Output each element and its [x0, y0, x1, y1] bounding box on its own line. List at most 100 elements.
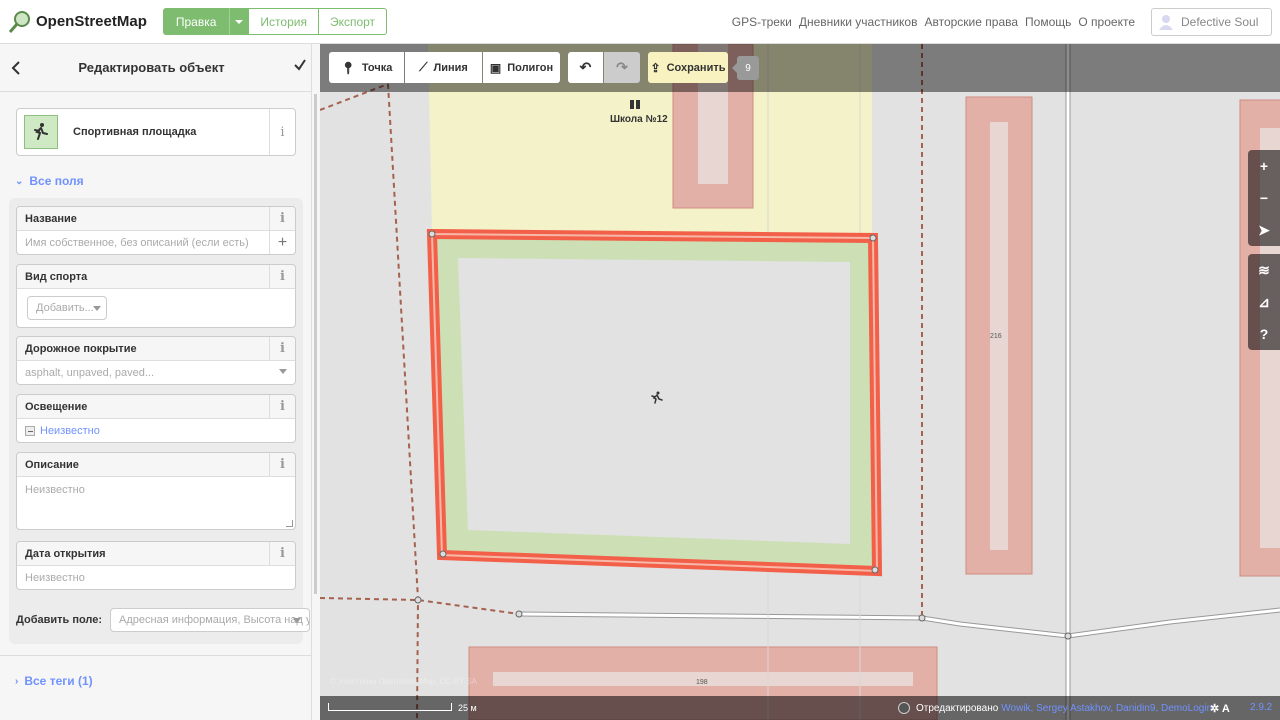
info-icon[interactable]: i [269, 453, 295, 476]
school-label[interactable]: Школа №12 [610, 114, 668, 125]
map-svg: 216 198 [320, 44, 1280, 720]
map-pin-icon: 📍︎ [340, 60, 356, 75]
sport-add-combo[interactable]: Добавить... [27, 296, 107, 320]
add-field-combo[interactable]: Адресная информация, Высота над у... [110, 608, 311, 632]
road-fill [518, 608, 1280, 638]
nav-user-diaries[interactable]: Дневники участников [799, 15, 918, 29]
scale-bar[interactable] [328, 703, 452, 711]
background-button[interactable]: ≋ [1248, 254, 1280, 286]
issues-button[interactable]: ✲ A [1210, 702, 1230, 715]
field-name: Название i Имя собственное, без описаний … [16, 206, 296, 255]
field-sport-label: Вид спорта [25, 270, 88, 283]
field-opening-date: Дата открытия i Неизвестно [16, 541, 296, 590]
name-input[interactable]: Имя собственное, без описаний (если есть… [17, 231, 295, 254]
nav-help[interactable]: Помощь [1025, 15, 1071, 29]
all-tags-label: Все теги (1) [24, 674, 93, 688]
field-description-label: Описание [25, 458, 79, 471]
issues-label: A [1221, 703, 1230, 715]
done-check-icon[interactable] [293, 58, 309, 77]
nav-about[interactable]: О проекте [1078, 15, 1135, 29]
vertex[interactable] [428, 230, 436, 238]
map-canvas[interactable]: 216 198 [320, 44, 1280, 720]
vertex[interactable] [1064, 632, 1072, 640]
field-name-label: Название [25, 212, 77, 225]
zoom-in-button[interactable]: + [1248, 150, 1280, 182]
add-field-label: Добавить поле: [16, 614, 103, 626]
preset-name: Спортивная площадка [73, 126, 197, 138]
opening-date-input[interactable]: Неизвестно [17, 566, 295, 589]
zoom-out-button[interactable]: − [1248, 182, 1280, 214]
surface-placeholder: asphalt, unpaved, paved... [25, 366, 155, 379]
add-field-placeholder: Адресная информация, Высота над у... [119, 614, 311, 626]
back-chevron-icon[interactable] [10, 58, 26, 78]
export-tab[interactable]: Экспорт [318, 8, 388, 35]
add-area-button[interactable]: ▣ Полигон [483, 52, 560, 83]
vertex[interactable] [515, 610, 523, 618]
divider [0, 655, 312, 656]
edit-button-group: Правка История Экспорт [162, 8, 388, 35]
vertex[interactable] [439, 550, 447, 558]
version-label[interactable]: 2.9.2 [1250, 702, 1272, 713]
info-icon[interactable]: i [269, 109, 295, 155]
edit-count-badge: 9 [732, 56, 759, 80]
add-area-label: Полигон [507, 61, 554, 74]
all-tags-toggle[interactable]: › Все теги (1) [15, 674, 93, 688]
nav-copyright[interactable]: Авторские права [924, 15, 1018, 29]
help-button[interactable]: ? [1248, 318, 1280, 350]
user-menu-button[interactable]: Defective Soul [1151, 8, 1272, 36]
secondary-nav: GPS-треки Дневники участников Авторские … [725, 0, 1135, 44]
description-placeholder: Неизвестно [25, 484, 85, 496]
attribution[interactable]: © Участники OpenStreetMap, CC-BY-SA [330, 677, 477, 686]
vertex[interactable] [918, 614, 926, 622]
add-line-button[interactable]: ⟋ Линия [405, 52, 482, 83]
surface-combo[interactable]: asphalt, unpaved, paved... [17, 361, 295, 384]
edited-by-names[interactable]: Wowik, Sergey Astakhov, Danidin9, DemoLo… [1001, 703, 1212, 714]
add-localized-name-icon[interactable]: + [269, 231, 295, 254]
site-title: OpenStreetMap [36, 13, 147, 30]
osm-logo[interactable]: OpenStreetMap [8, 10, 147, 34]
resize-handle-icon[interactable] [286, 520, 293, 527]
geolocate-button[interactable]: ➤ [1248, 214, 1280, 246]
redo-button[interactable]: ↷ [604, 52, 640, 83]
help-icon: ? [1259, 326, 1269, 342]
description-textarea[interactable]: Неизвестно [17, 477, 295, 529]
save-button[interactable]: ⇪ Сохранить [648, 52, 728, 83]
preset-selector[interactable]: Спортивная площадка i [16, 108, 296, 156]
info-icon[interactable]: i [269, 542, 295, 565]
contributors-icon [898, 702, 910, 714]
edit-dropdown-button[interactable] [229, 8, 250, 35]
pitch-inner [458, 258, 850, 544]
all-fields-label: Все поля [29, 174, 84, 188]
info-icon[interactable]: i [269, 207, 295, 230]
history-tab[interactable]: История [249, 8, 319, 35]
building-label-198: 198 [696, 679, 708, 686]
sidebar: Редактировать объект Спортивная площадка… [0, 44, 312, 720]
caret-down-icon [235, 19, 244, 24]
caret-down-icon [279, 369, 287, 374]
field-description: Описание i Неизвестно [16, 452, 296, 530]
info-icon[interactable]: i [269, 395, 295, 418]
lit-value: Неизвестно [40, 424, 100, 437]
map-controls-zoom: + − ➤ [1248, 150, 1280, 246]
lit-checkbox[interactable]: Неизвестно [17, 419, 295, 442]
user-name: Defective Soul [1181, 15, 1259, 29]
map-data-button[interactable]: ⊿ [1248, 286, 1280, 318]
nav-gps-traces[interactable]: GPS-треки [732, 15, 792, 29]
footpath[interactable] [387, 83, 420, 720]
chevron-down-icon: ⌄ [15, 175, 24, 187]
building-label-216: 216 [990, 333, 1002, 340]
info-icon[interactable]: i [269, 265, 295, 288]
sport-add-placeholder: Добавить... [36, 302, 94, 314]
edit-button[interactable]: Правка [162, 8, 230, 35]
vertex[interactable] [869, 234, 877, 242]
name-placeholder: Имя собственное, без описаний (если есть… [25, 236, 249, 249]
info-icon[interactable]: i [269, 337, 295, 360]
add-point-button[interactable]: 📍︎ Точка [329, 52, 404, 83]
sidebar-scrollbar[interactable] [314, 94, 317, 594]
pitch-preset-icon [24, 115, 58, 149]
vertex[interactable] [414, 596, 422, 604]
undo-button[interactable]: ↶ [568, 52, 603, 83]
vertex[interactable] [871, 566, 879, 574]
all-fields-toggle[interactable]: ⌄ Все поля [15, 174, 84, 188]
add-line-label: Линия [433, 61, 468, 74]
